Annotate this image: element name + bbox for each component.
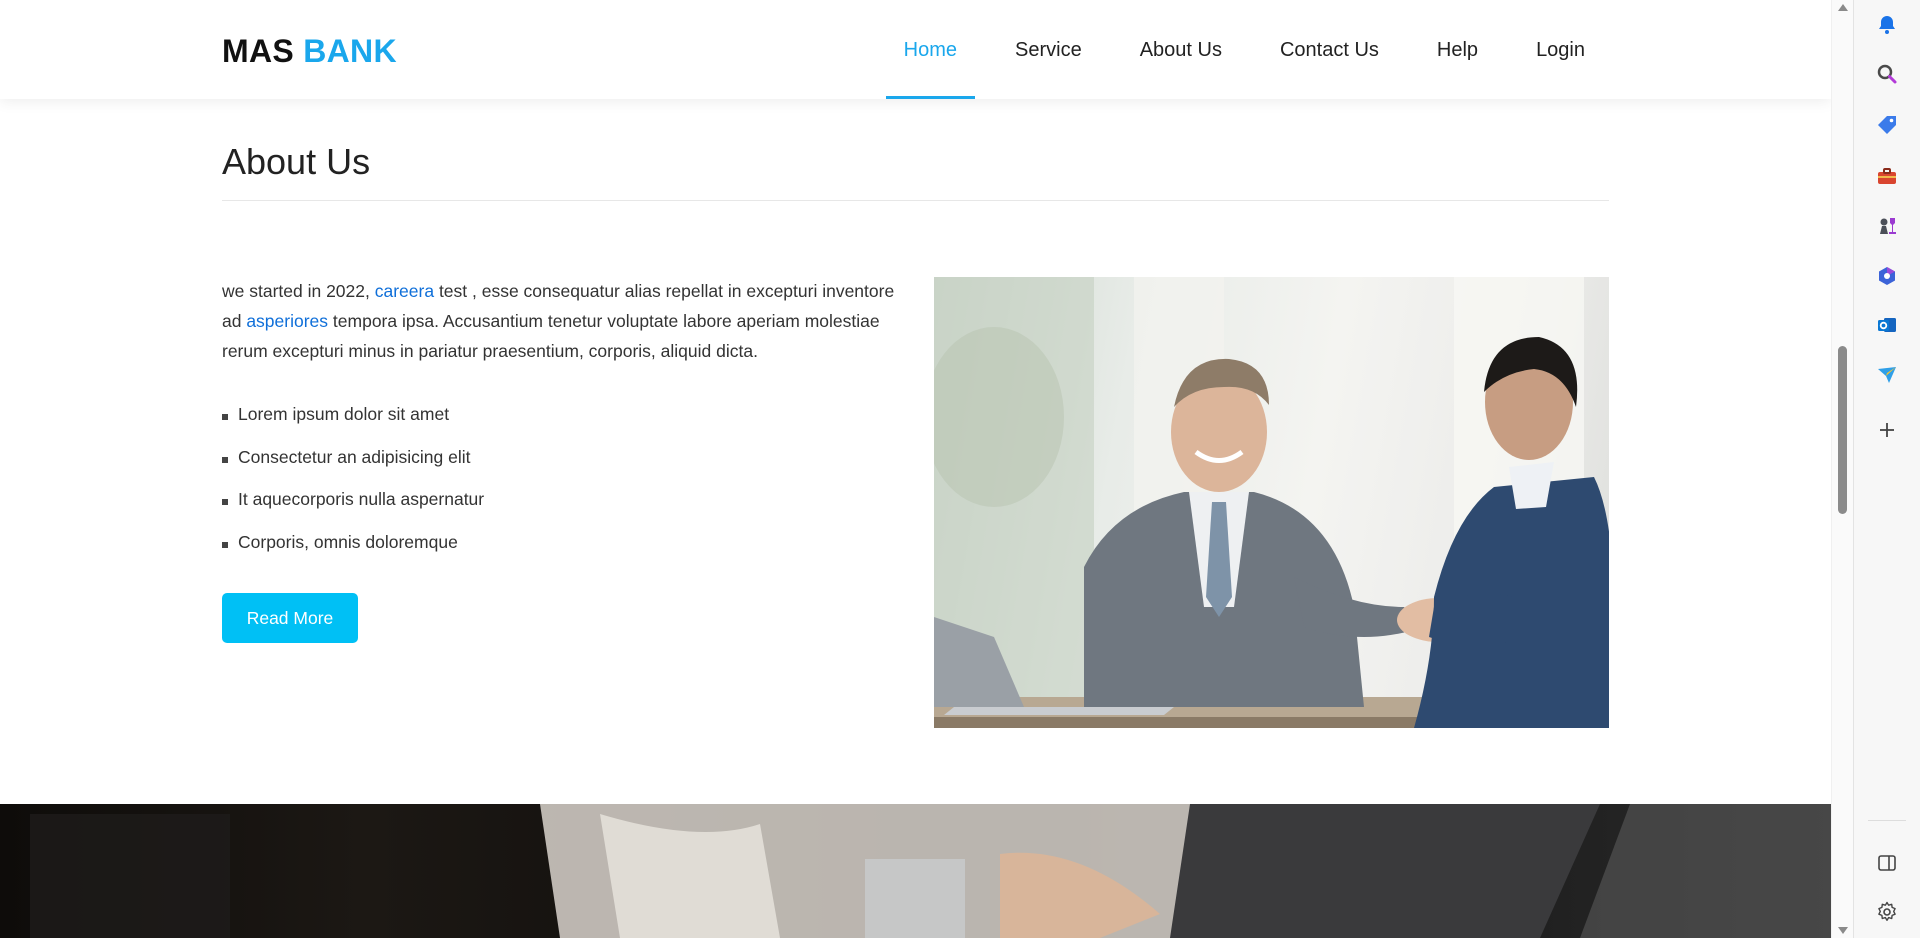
intro-text-1: we started in 2022, <box>222 281 375 301</box>
main-nav: Home Service About Us Contact Us Help Lo… <box>875 0 1585 99</box>
list-item: Lorem ipsum dolor sit amet <box>222 398 484 441</box>
dark-hero-band <box>0 804 1831 938</box>
brand-name-part2: BANK <box>303 33 397 69</box>
page-viewport: MAS BANK Home Service About Us Contact U… <box>0 0 1831 938</box>
read-more-button[interactable]: Read More <box>222 593 358 643</box>
tag-icon[interactable] <box>1874 112 1900 138</box>
nav-about-us[interactable]: About Us <box>1111 0 1251 99</box>
page-scrollbar[interactable] <box>1831 0 1853 938</box>
feature-text: Consectetur an adipisicing elit <box>238 446 471 467</box>
bullet-square-icon <box>222 456 228 463</box>
nav-login[interactable]: Login <box>1507 0 1585 99</box>
nav-contact-us[interactable]: Contact Us <box>1251 0 1408 99</box>
sidebar-toggle-icon[interactable] <box>1874 850 1900 876</box>
plus-icon[interactable] <box>1874 417 1900 443</box>
handshake-photo <box>934 277 1609 728</box>
browser-side-panel <box>1853 0 1920 938</box>
settings-icon[interactable] <box>1874 899 1900 925</box>
scrollbar-thumb[interactable] <box>1838 346 1847 514</box>
scroll-down-arrow-icon[interactable] <box>1838 927 1848 934</box>
site-header: MAS BANK Home Service About Us Contact U… <box>0 0 1831 99</box>
bullet-square-icon <box>222 541 228 548</box>
feature-text: Corporis, omnis doloremque <box>238 531 458 552</box>
intro-link-asperiores[interactable]: asperiores <box>246 311 328 331</box>
brand-name-part1: MAS <box>222 33 295 69</box>
list-item: It aquecorporis nulla aspernatur <box>222 483 484 526</box>
list-item: Consectetur an adipisicing elit <box>222 441 484 484</box>
about-intro: we started in 2022, careera test , esse … <box>222 276 902 366</box>
brand-logo[interactable]: MAS BANK <box>222 32 397 70</box>
handshake-illustration <box>934 277 1609 728</box>
bell-icon[interactable] <box>1874 12 1900 38</box>
nav-home[interactable]: Home <box>875 0 986 99</box>
outlook-icon[interactable] <box>1874 312 1900 338</box>
intro-link-careera[interactable]: careera <box>375 281 434 301</box>
nav-service[interactable]: Service <box>986 0 1111 99</box>
title-divider <box>222 200 1609 201</box>
nav-help[interactable]: Help <box>1408 0 1507 99</box>
list-item: Corporis, omnis doloremque <box>222 526 484 569</box>
section-title: About Us <box>222 141 371 182</box>
scroll-up-arrow-icon[interactable] <box>1838 4 1848 11</box>
bullet-square-icon <box>222 414 228 420</box>
work-desk-illustration <box>30 804 1831 938</box>
feature-text: It aquecorporis nulla aspernatur <box>238 489 485 509</box>
send-icon[interactable] <box>1874 362 1900 388</box>
toolbox-icon[interactable] <box>1874 163 1900 189</box>
search-icon[interactable] <box>1874 61 1900 87</box>
feature-list: Lorem ipsum dolor sit amet Consectetur a… <box>222 398 484 568</box>
side-panel-divider <box>1868 820 1906 821</box>
bullet-square-icon <box>222 499 228 505</box>
chess-icon[interactable] <box>1874 213 1900 239</box>
feature-text: Lorem ipsum dolor sit amet <box>238 404 450 424</box>
copilot-icon[interactable] <box>1874 263 1900 289</box>
